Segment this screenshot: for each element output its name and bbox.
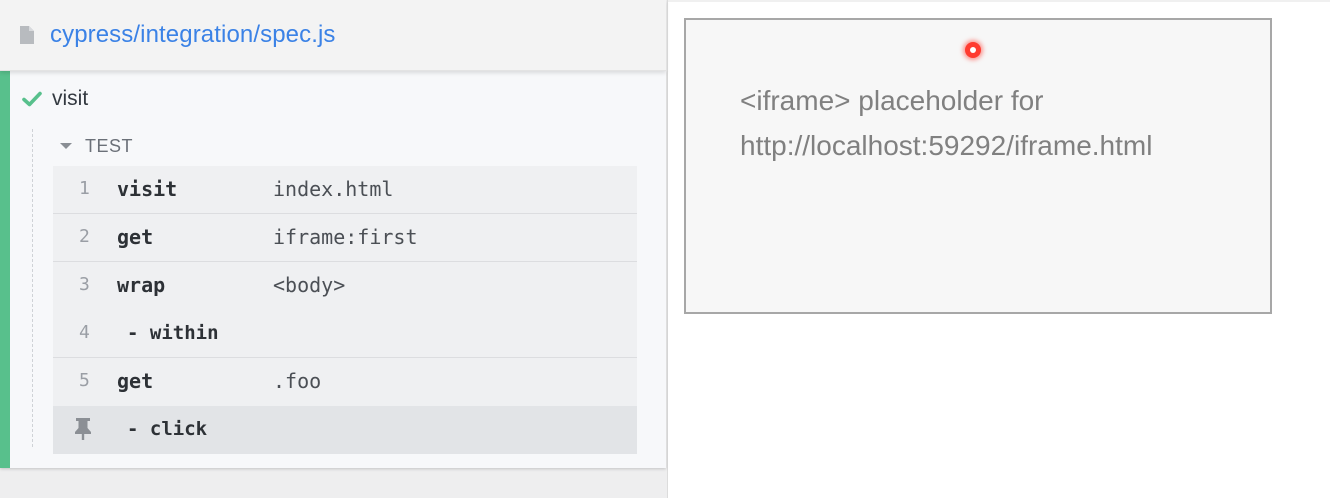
command-message: <body>: [273, 273, 346, 297]
command-name: visit: [117, 177, 178, 201]
command-number: 3: [79, 274, 90, 295]
pin-icon: [75, 418, 91, 440]
cypress-runner: cypress/integration/spec.js visit TEST 1…: [0, 0, 1330, 498]
file-icon: [20, 26, 34, 44]
test-title: visit: [52, 87, 89, 110]
command-row[interactable]: 1 visit index.html: [53, 166, 637, 214]
command-name: wrap: [117, 273, 166, 297]
spec-header: cypress/integration/spec.js: [0, 0, 666, 71]
command-name: get: [117, 369, 154, 393]
test-body: TEST 1 visit index.html 2 get iframe:fir…: [32, 129, 637, 454]
iframe-placeholder-url: http://localhost:59292/iframe.html: [740, 130, 1153, 161]
command-number: 2: [79, 226, 90, 247]
command-row[interactable]: 4 - within: [53, 310, 637, 358]
aut-panel: <iframe> placeholder for http://localhos…: [668, 0, 1330, 498]
command-row[interactable]: 3 wrap <body>: [53, 262, 637, 310]
command-row[interactable]: 5 get .foo: [53, 358, 637, 406]
command-name: - click: [127, 418, 208, 440]
test-section-toggle[interactable]: TEST: [59, 133, 133, 159]
command-number: 1: [79, 178, 90, 199]
caret-down-icon: [60, 143, 72, 149]
click-indicator-dot: [965, 42, 981, 58]
spec-file-link[interactable]: cypress/integration/spec.js: [50, 21, 336, 49]
command-message: index.html: [273, 177, 394, 201]
command-list: 1 visit index.html 2 get iframe:first 3 …: [53, 166, 637, 454]
command-name: - within: [127, 322, 219, 344]
command-row[interactable]: 2 get iframe:first: [53, 214, 637, 262]
iframe-placeholder[interactable]: <iframe> placeholder for http://localhos…: [684, 18, 1272, 314]
iframe-placeholder-line: <iframe> placeholder for: [740, 85, 1044, 116]
command-name: get: [117, 225, 154, 249]
command-number: 4: [79, 322, 90, 343]
iframe-placeholder-text: <iframe> placeholder for http://localhos…: [740, 78, 1240, 168]
command-row-pinned[interactable]: - click: [53, 406, 637, 454]
command-message: iframe:first: [273, 225, 418, 249]
command-number: 5: [79, 370, 90, 391]
section-label: TEST: [85, 135, 134, 156]
reporter-panel: cypress/integration/spec.js visit TEST 1…: [0, 0, 668, 498]
test-runnable: visit TEST 1 visit index.html 2 get ifra…: [0, 71, 666, 468]
check-icon: [22, 91, 42, 107]
command-message: .foo: [273, 369, 322, 393]
test-title-row[interactable]: visit: [22, 85, 88, 113]
